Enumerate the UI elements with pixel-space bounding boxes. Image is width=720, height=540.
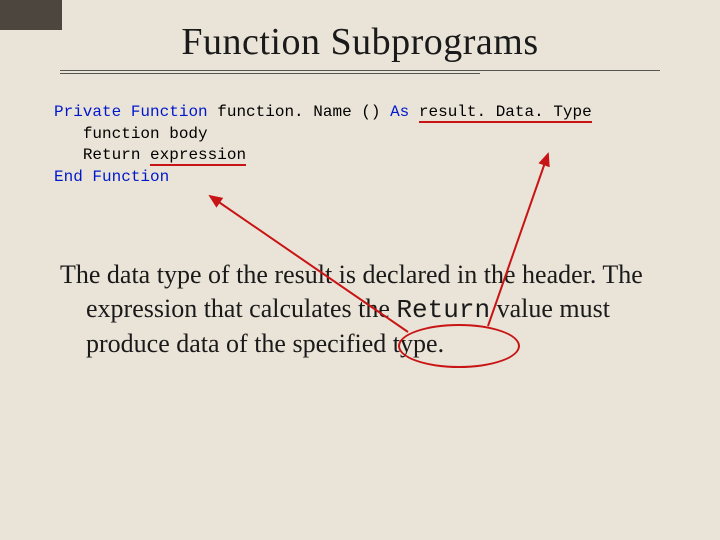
kw-end: End: [54, 168, 83, 186]
kw-function-end: Function: [92, 168, 169, 186]
kw-function: Function: [131, 103, 208, 121]
corner-decoration: [0, 0, 62, 30]
code-indent1: [54, 125, 83, 143]
rule-full: [60, 70, 660, 71]
code-body: function body: [83, 125, 208, 143]
kw-private: Private: [54, 103, 121, 121]
code-return: Return: [83, 146, 150, 164]
code-returntype: result. Data. Type: [419, 103, 592, 123]
rule-short: [60, 73, 480, 74]
slide-content: Function Subprograms Private Function fu…: [0, 0, 720, 540]
code-block: Private Function function. Name () As re…: [54, 102, 670, 188]
slide-title: Function Subprograms: [50, 20, 670, 64]
body-paragraph: The data type of the result is declared …: [60, 258, 660, 360]
title-rules: [60, 70, 660, 74]
code-indent2: [54, 146, 83, 164]
kw-as: As: [390, 103, 409, 121]
code-fname: function. Name (): [208, 103, 390, 121]
para-return-mono: Return: [396, 295, 490, 325]
code-expression: expression: [150, 146, 246, 166]
code-sp: [409, 103, 419, 121]
